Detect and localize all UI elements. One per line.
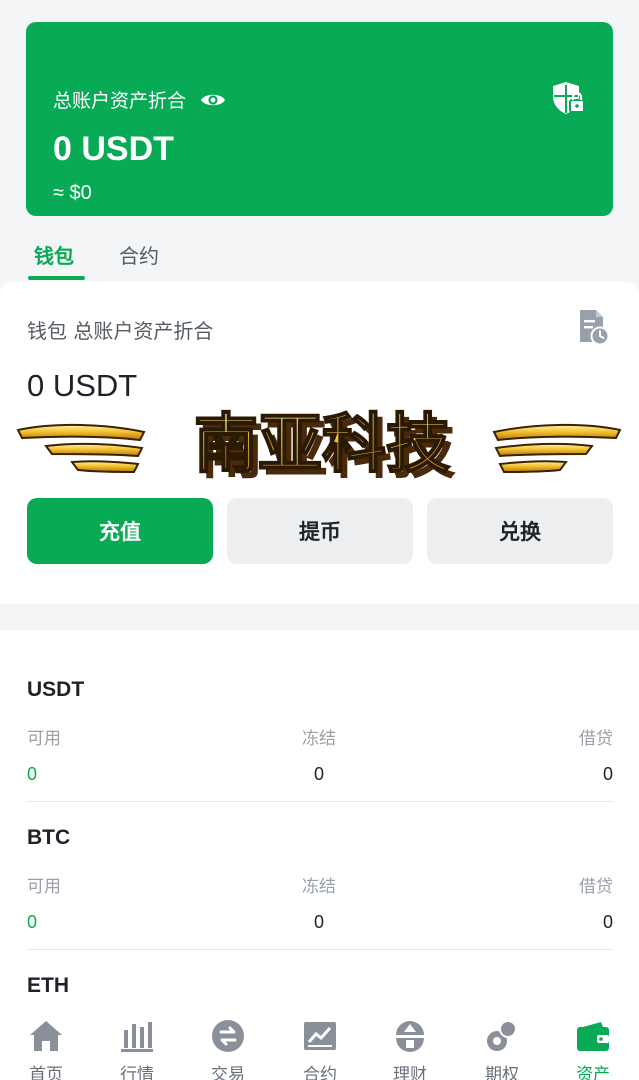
history-record-icon[interactable] [576, 308, 610, 346]
trade-icon [212, 1020, 244, 1052]
nav-label: 资产 [576, 1065, 610, 1080]
nav-item-finance[interactable]: 理财 [378, 1018, 442, 1080]
asset-name: USDT [27, 678, 85, 701]
shield-lock-icon[interactable] [551, 80, 585, 116]
bottom-nav: 首页 行情 交易 合约 理财 期权 资产 [0, 1012, 639, 1080]
total-assets-card: 总账户资产折合 0 USDT ≈ $0 [26, 22, 613, 216]
nav-item-contract[interactable]: 合约 [288, 1018, 352, 1080]
frozen-label: 冻结 [302, 729, 336, 749]
wallet-summary-title: 钱包 总账户资产折合 [27, 319, 214, 343]
loan-label: 借贷 [579, 729, 613, 749]
tab-wallet[interactable]: 钱包 [34, 240, 74, 269]
exchange-button[interactable]: 兑换 [427, 498, 613, 564]
right-wing [492, 423, 622, 474]
tab-contract[interactable]: 合约 [119, 240, 159, 269]
nav-label: 首页 [29, 1065, 63, 1080]
available-label: 可用 [27, 729, 61, 749]
wallet-balance: 0 USDT [27, 368, 138, 403]
options-icon [487, 1020, 517, 1051]
nav-item-options[interactable]: 期权 [470, 1018, 534, 1080]
nav-item-market[interactable]: 行情 [105, 1018, 169, 1080]
nav-item-trade[interactable]: 交易 [196, 1018, 260, 1080]
total-assets-amount: 0 USDT [53, 130, 174, 168]
asset-row-btc[interactable]: BTC 可用 冻结 借贷 0 0 0 [0, 778, 639, 950]
frozen-label: 冻结 [302, 877, 336, 897]
asset-name: BTC [27, 826, 71, 849]
wallet-icon [577, 1022, 609, 1051]
eye-icon[interactable] [200, 91, 226, 109]
available-label: 可用 [27, 877, 61, 897]
left-wing [16, 423, 146, 474]
total-assets-fiat: ≈ $0 [53, 182, 92, 204]
total-assets-label-row: 总账户资产折合 [53, 86, 226, 113]
asset-row-usdt[interactable]: USDT 可用 冻结 借贷 0 0 0 [0, 630, 639, 802]
nav-label: 理财 [393, 1065, 427, 1080]
nav-label: 期权 [485, 1065, 519, 1080]
contract-icon [304, 1022, 336, 1050]
finance-icon [396, 1021, 424, 1052]
nav-label: 合约 [303, 1065, 337, 1080]
watermark-logo-banner: 南亚科技 南亚科技 [16, 407, 622, 488]
total-assets-label: 总账户资产折合 [53, 90, 187, 112]
wallet-tabs: 钱包 合约 [0, 230, 639, 282]
nav-label: 行情 [120, 1065, 154, 1080]
asset-name: ETH [27, 974, 69, 997]
watermark-text: 南亚科技 [194, 408, 450, 482]
loan-label: 借贷 [579, 877, 613, 897]
withdraw-button[interactable]: 提币 [227, 498, 413, 564]
market-icon [121, 1022, 153, 1052]
home-icon [30, 1021, 62, 1051]
deposit-button[interactable]: 充值 [27, 498, 213, 564]
nav-label: 交易 [211, 1065, 245, 1080]
active-tab-indicator [28, 276, 85, 280]
nav-item-assets[interactable]: 资产 [561, 1018, 625, 1080]
nav-item-home[interactable]: 首页 [14, 1018, 78, 1080]
